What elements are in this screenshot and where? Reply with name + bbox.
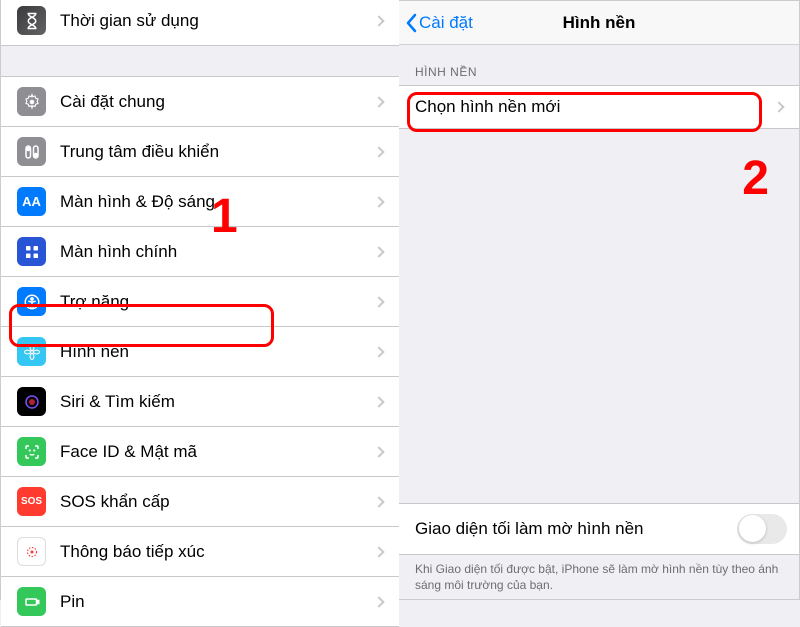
back-label: Cài đặt <box>419 13 473 33</box>
chevron-right-icon <box>373 546 384 557</box>
gear-icon <box>17 87 46 116</box>
hourglass-icon <box>17 6 46 35</box>
battery-icon <box>17 587 46 616</box>
row-label: Trung tâm điều khiển <box>60 142 375 162</box>
navbar: Cài đặt Hình nền <box>399 1 799 45</box>
row-label: Hình nền <box>60 342 375 362</box>
row-label: Face ID & Mật mã <box>60 442 375 462</box>
row-exposure[interactable]: Thông báo tiếp xúc <box>1 527 399 577</box>
dim-toggle[interactable] <box>737 514 787 544</box>
row-label: Pin <box>60 592 375 612</box>
faceid-icon <box>17 437 46 466</box>
row-home-screen[interactable]: Màn hình chính <box>1 227 399 277</box>
annotation-number-2: 2 <box>742 151 769 206</box>
text-size-icon: AA <box>17 187 46 216</box>
flower-icon <box>17 337 46 366</box>
section-gap <box>1 46 399 76</box>
row-siri[interactable]: Siri & Tìm kiếm <box>1 377 399 427</box>
footer-text: Khi Giao diện tối được bật, iPhone sẽ là… <box>399 555 799 593</box>
row-screen-time[interactable]: Thời gian sử dụng <box>1 0 399 46</box>
chevron-right-icon <box>373 396 384 407</box>
chevron-right-icon <box>373 96 384 107</box>
sliders-icon <box>17 137 46 166</box>
row-general[interactable]: Cài đặt chung <box>1 76 399 127</box>
row-label: SOS khẩn cấp <box>60 492 375 512</box>
row-label: Cài đặt chung <box>60 92 375 112</box>
row-accessibility[interactable]: Trợ năng <box>1 277 399 327</box>
section-header: HÌNH NỀN <box>399 45 799 85</box>
row-label: Thông báo tiếp xúc <box>60 542 375 562</box>
chevron-right-icon <box>373 296 384 307</box>
chevron-right-icon <box>373 346 384 357</box>
settings-list-pane: Thời gian sử dụng Cài đặt chung Trung tâ… <box>1 1 401 599</box>
row-choose-wallpaper[interactable]: Chọn hình nền mới <box>399 85 799 129</box>
row-faceid[interactable]: Face ID & Mật mã <box>1 427 399 477</box>
chevron-right-icon <box>373 246 384 257</box>
chevron-right-icon <box>773 101 784 112</box>
row-label: Giao diện tối làm mờ hình nền <box>415 519 737 539</box>
row-wallpaper[interactable]: Hình nền <box>1 327 399 377</box>
row-label: Siri & Tìm kiếm <box>60 392 375 412</box>
chevron-left-icon <box>405 13 417 33</box>
exposure-icon <box>17 537 46 566</box>
row-battery[interactable]: Pin <box>1 577 399 627</box>
chevron-right-icon <box>373 446 384 457</box>
row-control-center[interactable]: Trung tâm điều khiển <box>1 127 399 177</box>
siri-icon <box>17 387 46 416</box>
row-label: Màn hình chính <box>60 242 375 262</box>
annotation-number-1: 1 <box>211 189 238 244</box>
row-label: Chọn hình nền mới <box>415 97 775 117</box>
toggle-knob <box>739 515 766 542</box>
grid-icon <box>17 237 46 266</box>
row-label: Thời gian sử dụng <box>60 11 375 31</box>
sos-icon: SOS <box>17 487 46 516</box>
chevron-right-icon <box>373 196 384 207</box>
accessibility-icon <box>17 287 46 316</box>
row-dim-toggle[interactable]: Giao diện tối làm mờ hình nền <box>399 503 799 555</box>
chevron-right-icon <box>373 596 384 607</box>
row-display[interactable]: AA Màn hình & Độ sáng <box>1 177 399 227</box>
chevron-right-icon <box>373 15 384 26</box>
row-sos[interactable]: SOS SOS khẩn cấp <box>1 477 399 527</box>
chevron-right-icon <box>373 146 384 157</box>
row-label: Trợ năng <box>60 292 375 312</box>
back-button[interactable]: Cài đặt <box>399 13 473 33</box>
chevron-right-icon <box>373 496 384 507</box>
wallpaper-pane: Cài đặt Hình nền HÌNH NỀN Chọn hình nền … <box>399 1 799 599</box>
